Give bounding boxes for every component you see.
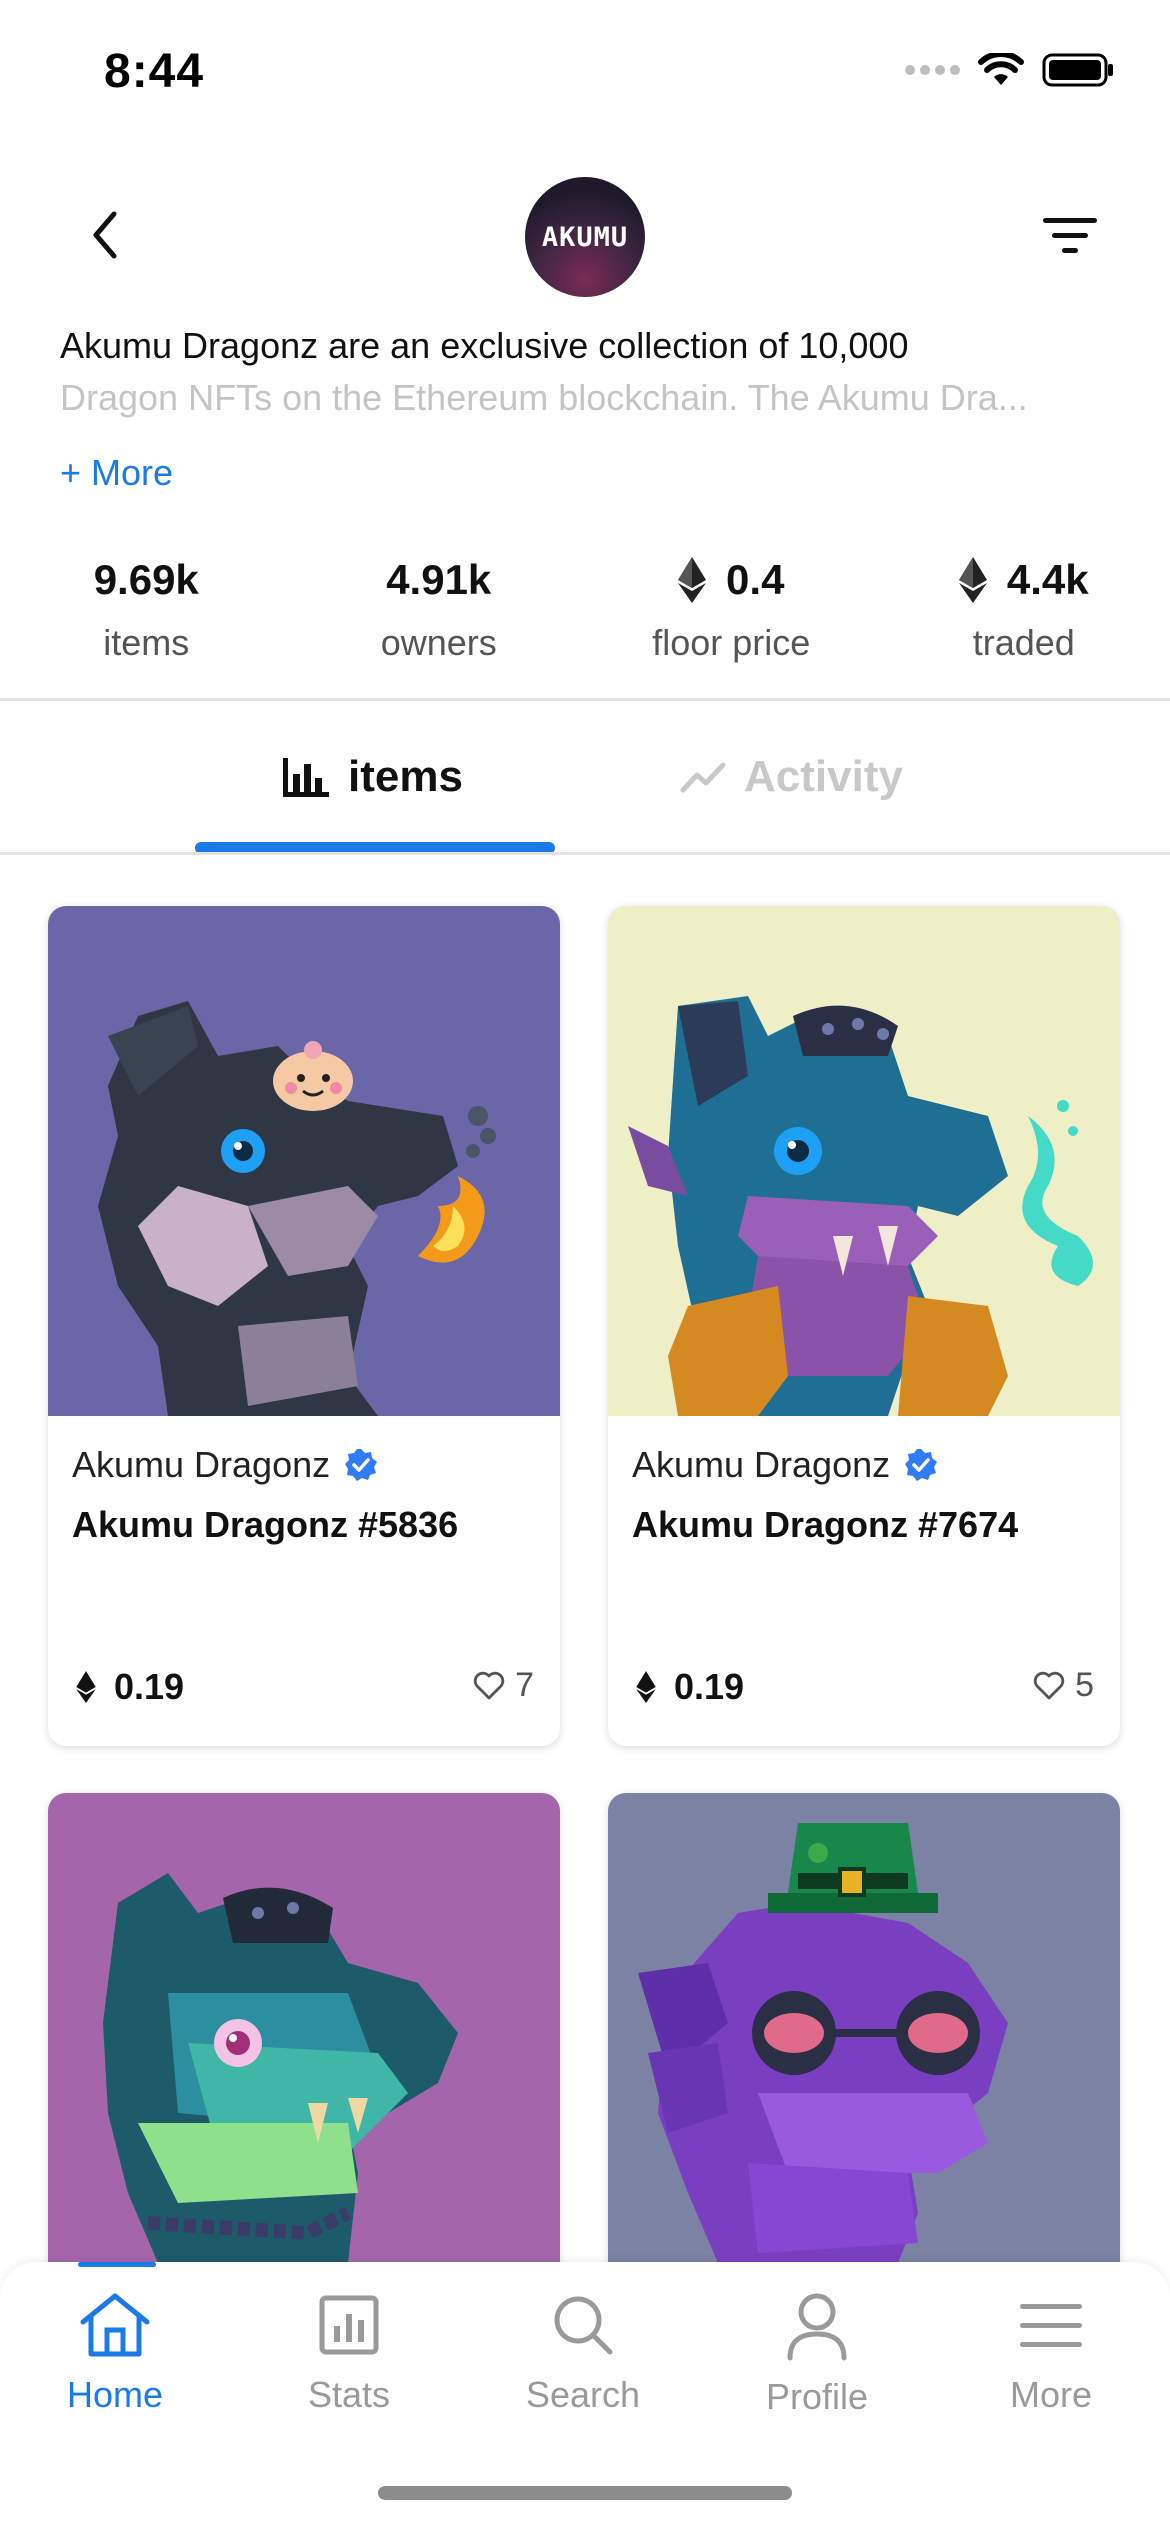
description-line-2: Dragon NFTs on the Ethereum blockchain. …: [60, 377, 1028, 418]
cellular-signal-icon: [905, 65, 960, 75]
nft-card[interactable]: Akumu Dragonz Akumu Dragonz #7674 0.19 5: [608, 906, 1120, 1746]
home-indicator: [378, 2486, 792, 2500]
like-button[interactable]: 7: [473, 1666, 534, 1705]
collection-name: Akumu Dragonz: [72, 1444, 378, 1486]
collection-name-text: Akumu Dragonz: [72, 1444, 331, 1485]
nft-card[interactable]: [48, 1793, 560, 2293]
bar-chart-icon: [283, 758, 329, 797]
battery-icon: [1042, 53, 1113, 87]
nft-card-body: Akumu Dragonz Akumu Dragonz #5836 0.19 7: [48, 1416, 560, 1746]
heart-icon: [1033, 1671, 1065, 1699]
nav-active-indicator: [78, 2262, 156, 2267]
chevron-left-icon: [93, 211, 117, 259]
stat-label: owners: [380, 622, 497, 663]
dragon-artwork: [103, 1873, 458, 2263]
nft-title: Akumu Dragonz #7674: [632, 1504, 1019, 1545]
back-button[interactable]: [70, 200, 140, 270]
nav-stats[interactable]: Stats: [249, 2290, 449, 2416]
like-button[interactable]: 5: [1033, 1666, 1094, 1705]
nav-label: Search: [525, 2374, 641, 2415]
divider: [0, 698, 1170, 701]
dragon-artwork: [98, 1001, 496, 1416]
ethereum-icon: [636, 1671, 656, 1703]
stat-value: 4.91k: [386, 556, 492, 603]
tab-items[interactable]: items: [282, 752, 463, 802]
nav-label: Home: [66, 2374, 164, 2415]
home-icon: [80, 2293, 150, 2357]
stats-icon: [319, 2295, 379, 2355]
like-count: 5: [1075, 1666, 1094, 1704]
nav-profile[interactable]: Profile: [717, 2290, 917, 2418]
collection-stats: 9.69k items 4.91k owners 0.4 floor price…: [0, 550, 1170, 700]
nft-image[interactable]: [48, 1793, 560, 2293]
tab-label: items: [348, 752, 463, 801]
stat-owners: 4.91k owners: [293, 550, 586, 700]
nft-card[interactable]: [608, 1793, 1120, 2293]
divider: [0, 852, 1170, 855]
nft-title: Akumu Dragonz #5836: [72, 1504, 459, 1545]
verified-badge-icon: [345, 1449, 378, 1481]
nft-price: 0.19: [76, 1666, 184, 1708]
stat-items: 9.69k items: [0, 550, 293, 700]
tab-label: Activity: [744, 752, 903, 801]
nft-image[interactable]: [608, 906, 1120, 1416]
status-icons: [905, 52, 1114, 88]
stat-value: 9.69k: [93, 556, 199, 603]
search-icon: [554, 2296, 613, 2355]
nft-image[interactable]: [48, 906, 560, 1416]
collection-description: Akumu Dragonz are an exclusive collectio…: [60, 320, 1120, 424]
collection-name-text: Akumu Dragonz: [632, 1444, 891, 1485]
nav-label: Profile: [765, 2376, 869, 2417]
collection-avatar: AKUMU: [525, 177, 645, 297]
price-value: 0.19: [114, 1666, 185, 1707]
nft-card[interactable]: Akumu Dragonz Akumu Dragonz #5836 0.19 7: [48, 906, 560, 1746]
stat-traded: 4.4k traded: [878, 550, 1170, 700]
filter-button[interactable]: [1030, 200, 1110, 270]
dragon-artwork: [638, 1823, 1008, 2263]
status-bar: 8:44: [0, 0, 1170, 150]
more-link[interactable]: + More: [60, 452, 173, 494]
tab-bar: items Activity: [0, 702, 1170, 854]
collection-header: AKUMU: [0, 160, 1170, 310]
verified-badge-icon: [905, 1449, 938, 1481]
filter-icon: [1043, 218, 1097, 253]
ethereum-icon: [678, 557, 707, 603]
ethereum-icon: [958, 557, 987, 603]
stat-value: 0.4: [726, 556, 785, 603]
tab-activity[interactable]: Activity: [680, 752, 903, 802]
nav-search[interactable]: Search: [483, 2290, 683, 2416]
nav-home[interactable]: Home: [15, 2290, 215, 2416]
profile-icon: [787, 2293, 847, 2361]
nav-label: More: [1009, 2374, 1093, 2415]
stat-label: floor price: [652, 622, 811, 663]
heart-icon: [473, 1671, 505, 1699]
menu-icon: [1020, 2304, 1082, 2347]
stat-label: items: [103, 622, 190, 663]
stat-floor-price: 0.4 floor price: [585, 550, 878, 700]
collection-logo-text: AKUMU: [541, 221, 629, 253]
collection-name: Akumu Dragonz: [632, 1444, 938, 1486]
nft-price: 0.19: [636, 1666, 744, 1708]
nft-image[interactable]: [608, 1793, 1120, 2293]
wifi-icon: [978, 53, 1024, 85]
stat-value: 4.4k: [1006, 556, 1089, 603]
nft-card-body: Akumu Dragonz Akumu Dragonz #7674 0.19 5: [608, 1416, 1120, 1746]
nav-more[interactable]: More: [951, 2290, 1151, 2416]
description-line-1: Akumu Dragonz are an exclusive collectio…: [60, 325, 909, 366]
status-time: 8:44: [104, 45, 205, 98]
stat-label: traded: [972, 622, 1075, 663]
dragon-artwork: [628, 996, 1093, 1416]
like-count: 7: [515, 1666, 534, 1704]
ethereum-icon: [76, 1671, 96, 1703]
trend-line-icon: [680, 762, 726, 793]
price-value: 0.19: [674, 1666, 745, 1707]
nav-label: Stats: [307, 2374, 391, 2415]
